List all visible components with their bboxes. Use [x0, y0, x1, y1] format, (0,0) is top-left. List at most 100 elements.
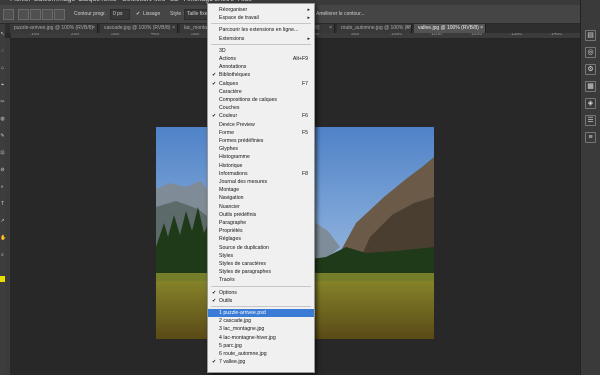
- new-selection-icon[interactable]: [18, 9, 29, 20]
- tab-close-icon[interactable]: ×: [406, 24, 409, 33]
- menu-item[interactable]: Styles de caractères: [208, 260, 314, 268]
- menu-item[interactable]: ✔ Bibliothèques: [208, 71, 314, 79]
- menu-item[interactable]: ✔ Options: [208, 289, 314, 297]
- tab-document[interactable]: route_automne.jpg @ 100% (RVB/8)×: [337, 24, 412, 33]
- submenu-arrow-icon: ▸: [307, 15, 310, 22]
- menu-item[interactable]: Nuancier: [208, 203, 314, 211]
- menu-item[interactable]: Annotations: [208, 63, 314, 71]
- panel-icon[interactable]: ◈: [585, 98, 596, 109]
- menu-item[interactable]: Compositions de calques: [208, 96, 314, 104]
- menu-item[interactable]: Réglages: [208, 235, 314, 243]
- tool-icon[interactable]: ◌: [0, 49, 5, 54]
- tool-icon[interactable]: ⊡: [0, 151, 5, 156]
- tab-close-icon[interactable]: ×: [92, 24, 95, 33]
- menu-item[interactable]: ✔ Couleur F6: [208, 112, 314, 120]
- panel-icon[interactable]: ▦: [585, 81, 596, 92]
- tab-document[interactable]: puzzle-arrivee.jpg @ 100% (RVB/8) ×: [10, 24, 98, 33]
- menu-item-label: Espace de travail: [219, 15, 259, 22]
- menu-item[interactable]: Journal des mesures: [208, 178, 314, 186]
- menubar-item[interactable]: Edition: [34, 0, 55, 3]
- menu-item[interactable]: Styles: [208, 252, 314, 260]
- antialias-checkbox-icon[interactable]: ✔: [136, 9, 140, 19]
- menu-item-label: Bibliothèques: [219, 72, 251, 79]
- panel-icon[interactable]: ☰: [585, 115, 596, 126]
- menu-item[interactable]: Paragraphe: [208, 219, 314, 227]
- menubar-item[interactable]: Image: [56, 0, 75, 3]
- menu-item[interactable]: Historique: [208, 162, 314, 170]
- menu-item[interactable]: 1 puzzle-arrivee.psd: [208, 309, 314, 317]
- menu-item[interactable]: ✔ Calques F7: [208, 80, 314, 88]
- tool-icon[interactable]: ⊘: [0, 168, 5, 173]
- menubar-item[interactable]: Sélection: [122, 0, 151, 3]
- menu-item-shortcut: F8: [301, 170, 308, 177]
- panel-icon[interactable]: ≡: [585, 132, 596, 143]
- menu-item[interactable]: Extensions ▸: [208, 35, 314, 43]
- check-icon: ✔: [212, 72, 217, 79]
- menu-item[interactable]: Device Preview: [208, 121, 314, 129]
- tool-icon[interactable]: ◍: [0, 117, 5, 122]
- tool-icon[interactable]: ⌕: [0, 253, 5, 258]
- foreground-color-swatch[interactable]: [0, 276, 5, 282]
- menu-item[interactable]: Styles de paragraphes: [208, 268, 314, 276]
- menu-item[interactable]: Histogramme: [208, 153, 314, 161]
- tool-icon[interactable]: T: [0, 202, 5, 207]
- menu-item[interactable]: ✔ 7 vallee.jpg: [208, 358, 314, 366]
- menu-item[interactable]: Tracés: [208, 276, 314, 284]
- menu-item[interactable]: Source de duplication: [208, 244, 314, 252]
- menu-item[interactable]: Parcourir les extensions en ligne...: [208, 26, 314, 34]
- menu-item[interactable]: Navigation: [208, 194, 314, 202]
- menu-item[interactable]: 3D: [208, 47, 314, 55]
- tab-close-icon[interactable]: ×: [329, 24, 332, 33]
- panel-icon[interactable]: ▤: [585, 30, 596, 41]
- tab-close-icon[interactable]: ×: [172, 24, 175, 33]
- menu-item-label: Options: [219, 289, 237, 296]
- menu-item[interactable]: Caractère: [208, 88, 314, 96]
- menu-item[interactable]: Formes prédéfinies: [208, 137, 314, 145]
- menubar-item[interactable]: Filtre: [150, 0, 166, 3]
- refine-edge-button[interactable]: Améliorer le contour...: [316, 9, 365, 19]
- tool-icon[interactable]: ◐: [0, 185, 5, 190]
- menu-item-label: Histogramme: [219, 154, 250, 161]
- check-icon: ✔: [212, 80, 217, 87]
- tool-icon[interactable]: ↖: [0, 32, 5, 37]
- menu-item[interactable]: Informations F8: [208, 170, 314, 178]
- feather-input[interactable]: 0 px: [110, 9, 130, 20]
- menu-item[interactable]: Actions Alt+F9: [208, 55, 314, 63]
- tool-icon[interactable]: ⌖: [0, 83, 5, 88]
- tool-icon[interactable]: ↗: [0, 219, 5, 224]
- subtract-selection-icon[interactable]: [42, 9, 53, 20]
- menu-item[interactable]: 4 lac-montagne-hiver.jpg: [208, 334, 314, 342]
- tab-close-icon[interactable]: ×: [480, 24, 483, 33]
- menu-item[interactable]: Forme F5: [208, 129, 314, 137]
- menu-item[interactable]: 3 lac_montagne.jpg: [208, 325, 314, 333]
- menubar-item[interactable]: Texte: [100, 0, 117, 3]
- menu-item-label: 5 parc.jpg: [219, 342, 242, 349]
- menubar-item[interactable]: Calque: [78, 0, 100, 3]
- menu-item[interactable]: Outils prédéfinis: [208, 211, 314, 219]
- tool-icon[interactable]: ⌂: [0, 66, 5, 71]
- menu-item[interactable]: Montage: [208, 186, 314, 194]
- menu-item[interactable]: ✔ Outils: [208, 297, 314, 305]
- menu-item[interactable]: Espace de travail ▸: [208, 14, 314, 22]
- tool-icon[interactable]: ✎: [0, 134, 5, 139]
- menu-item[interactable]: Glyphes: [208, 145, 314, 153]
- menu-item[interactable]: Réorganiser ▸: [208, 6, 314, 14]
- panel-icon[interactable]: ◎: [585, 47, 596, 58]
- menu-item[interactable]: Couches: [208, 104, 314, 112]
- menu-item[interactable]: 2 cascade.jpg: [208, 317, 314, 325]
- menu-item-label: 3 lac_montagne.jpg: [219, 326, 265, 333]
- menu-item[interactable]: 5 parc.jpg: [208, 342, 314, 350]
- menubar-item[interactable]: Fichier: [10, 0, 31, 3]
- menu-item-label: Styles de caractères: [219, 261, 266, 267]
- add-selection-icon[interactable]: [30, 9, 41, 20]
- marquee-tool-icon[interactable]: [3, 9, 14, 20]
- panel-icon[interactable]: ⚙: [585, 64, 596, 75]
- tab-document[interactable]: cascade.jpg @ 100% (RVB/8) ×: [100, 24, 178, 33]
- menu-item[interactable]: Propriétés: [208, 227, 314, 235]
- tool-icon[interactable]: ✂: [0, 100, 5, 105]
- intersect-selection-icon[interactable]: [54, 9, 65, 20]
- menubar-item[interactable]: 3D: [170, 0, 179, 3]
- menu-item[interactable]: 6 route_automne.jpg: [208, 350, 314, 358]
- tab-document[interactable]: vallee.jpg @ 100% (RVB/8) ×: [414, 24, 486, 33]
- tool-icon[interactable]: ✋: [0, 236, 6, 241]
